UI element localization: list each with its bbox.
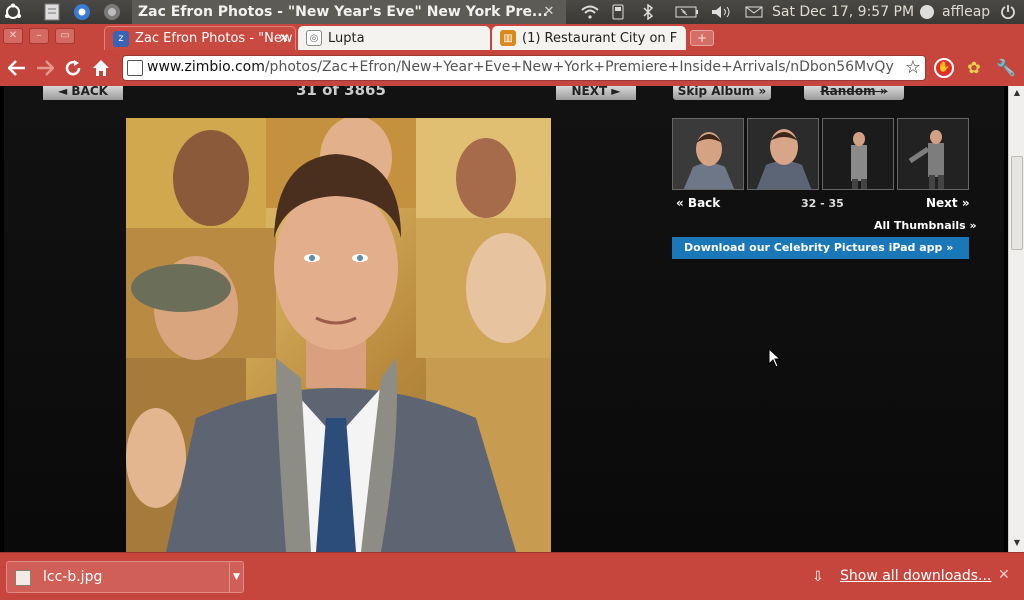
volume-icon[interactable] — [710, 2, 734, 22]
download-shelf: lcc-b.jpg ▼ ⇩ Show all downloads... ✕ — [0, 552, 1024, 600]
vertical-scrollbar[interactable]: ▲ ▼ — [1008, 86, 1024, 552]
restaurant-city-favicon-icon: ▥ — [500, 30, 516, 46]
photo-counter: 31 of 3865 — [296, 86, 386, 99]
system-top-panel: Zac Efron Photos - "New Year's Eve" New … — [0, 0, 1024, 24]
firefox-launcher-icon[interactable] — [102, 2, 122, 22]
thumbnails-range: 32 - 35 — [801, 197, 844, 210]
thumbnail-32[interactable] — [672, 118, 744, 190]
address-bar[interactable]: www.zimbio.com/photos/Zac+Efron/New+Year… — [122, 55, 926, 81]
thumbnail-image — [898, 119, 968, 189]
mouse-pointer-icon — [768, 348, 782, 368]
ipad-app-banner[interactable]: Download our Celebrity Pictures iPad app… — [672, 237, 969, 259]
thumbnail-image — [673, 119, 743, 189]
thumbnail-34[interactable] — [822, 118, 894, 190]
download-arrow-icon: ⇩ — [812, 569, 824, 585]
tab-restaurant-city[interactable]: ▥ (1) Restaurant City on F — [492, 26, 686, 50]
scroll-up-arrow-icon[interactable]: ▲ — [1011, 88, 1023, 100]
page-icon — [127, 60, 143, 76]
tab-label: Lupta — [328, 30, 365, 46]
random-button[interactable]: Random » — [804, 86, 904, 100]
reload-icon[interactable] — [62, 57, 84, 79]
forward-arrow-icon[interactable] — [34, 57, 56, 79]
skip-album-button[interactable]: Skip Album » — [673, 86, 771, 100]
tab-strip: ✕ – ▭ z Zac Efron Photos - "New ✕ ◎ Lupt… — [0, 24, 1024, 50]
chevron-down-icon[interactable]: ▼ — [229, 562, 243, 592]
close-window-icon[interactable]: ✕ — [3, 28, 23, 44]
thumbnail-image — [748, 119, 818, 189]
text-editor-launcher-icon[interactable] — [42, 2, 62, 22]
url-host: www.zimbio.com — [147, 59, 265, 75]
clock[interactable]: Sat Dec 17, 9:57 PM — [772, 0, 914, 24]
ubuntu-logo-icon[interactable] — [2, 2, 24, 22]
adblock-extension-icon[interactable]: ✋ — [934, 58, 954, 78]
new-tab-button[interactable]: + — [690, 30, 714, 46]
window-close-icon[interactable]: ✕ — [542, 5, 556, 19]
zimbio-favicon-icon: z — [113, 30, 129, 47]
tab-close-icon[interactable]: ✕ — [279, 31, 289, 45]
chromium-launcher-icon[interactable] — [72, 2, 92, 22]
photo-next-button[interactable]: NEXT ► — [556, 86, 636, 100]
power-icon[interactable] — [998, 2, 1018, 22]
tab-zac-efron-photos[interactable]: z Zac Efron Photos - "New ✕ — [104, 26, 296, 50]
all-thumbnails-link[interactable]: All Thumbnails » — [874, 219, 977, 232]
download-file-name[interactable]: lcc-b.jpg — [43, 569, 102, 585]
maximize-window-icon[interactable]: ▭ — [55, 28, 75, 44]
keyboard-indicator-icon[interactable] — [610, 2, 626, 22]
image-file-icon — [15, 570, 31, 586]
photo-back-button[interactable]: ◄ BACK — [43, 86, 123, 100]
tab-label: Zac Efron Photos - "New — [135, 31, 293, 46]
wrench-menu-icon[interactable]: 🔧 — [996, 58, 1016, 78]
wifi-icon[interactable] — [580, 2, 600, 22]
url-text[interactable]: www.zimbio.com/photos/Zac+Efron/New+Year… — [147, 59, 897, 75]
download-item[interactable]: lcc-b.jpg ▼ — [6, 561, 244, 593]
page-viewport: ◄ BACK 31 of 3865 NEXT ► Skip Album » Ra… — [0, 86, 1008, 552]
thumbnail-35[interactable] — [897, 118, 969, 190]
extension-icon[interactable]: ✿ — [964, 58, 984, 78]
scrollbar-thumb[interactable] — [1011, 156, 1023, 250]
bookmark-star-icon[interactable]: ☆ — [905, 57, 921, 78]
thumbnails-next-link[interactable]: Next » — [926, 196, 970, 210]
scroll-down-arrow-icon[interactable]: ▼ — [1011, 538, 1023, 550]
back-arrow-icon[interactable] — [6, 57, 28, 79]
minimize-window-icon[interactable]: – — [29, 28, 49, 44]
gallery-panel: ◄ BACK 31 of 3865 NEXT ► Skip Album » Ra… — [4, 86, 1004, 552]
user-name[interactable]: affleap — [942, 0, 990, 24]
user-status-icon[interactable] — [918, 2, 936, 22]
active-window-title: Zac Efron Photos - "New Year's Eve" New … — [132, 0, 566, 24]
zac-efron-photo-image — [126, 118, 551, 552]
main-photo[interactable] — [126, 118, 551, 552]
thumbnail-image — [823, 119, 893, 189]
thumbnails-back-link[interactable]: « Back — [676, 196, 720, 210]
bluetooth-icon[interactable] — [640, 2, 656, 22]
tab-lupta[interactable]: ◎ Lupta — [298, 26, 490, 50]
thumbnail-33[interactable] — [747, 118, 819, 190]
battery-icon[interactable] — [674, 2, 700, 22]
tab-label: (1) Restaurant City on F — [522, 30, 678, 46]
close-icon[interactable]: ✕ — [998, 567, 1010, 583]
url-path: /photos/Zac+Efron/New+Year+Eve+New+York+… — [264, 59, 894, 75]
globe-favicon-icon: ◎ — [306, 30, 322, 46]
mail-icon[interactable] — [744, 2, 764, 22]
browser-toolbar: www.zimbio.com/photos/Zac+Efron/New+Year… — [0, 50, 1024, 86]
home-icon[interactable] — [90, 57, 112, 79]
show-all-downloads-link[interactable]: Show all downloads... — [840, 568, 991, 584]
